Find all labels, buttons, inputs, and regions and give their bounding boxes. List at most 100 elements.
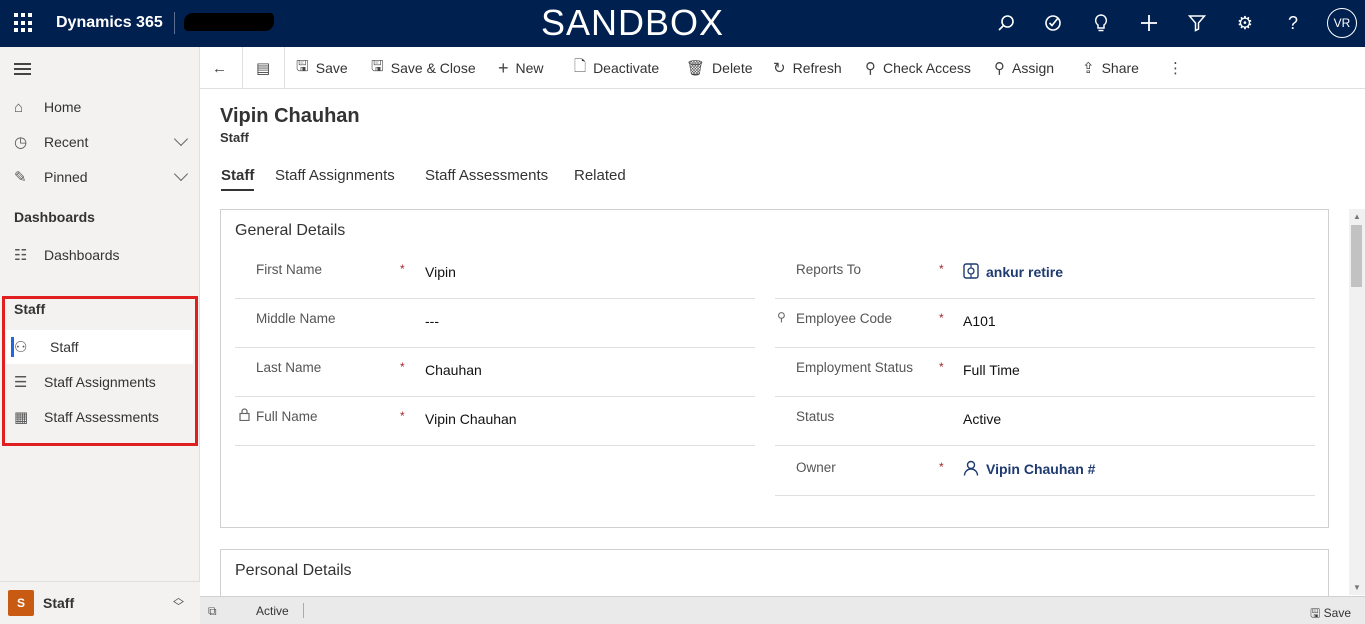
environment-banner: SANDBOX	[540, 2, 725, 43]
record-title: Vipin Chauhan	[220, 105, 360, 127]
dashboard-icon: ☷	[14, 247, 28, 264]
sidebar-item-recent[interactable]: ◷ Recent	[0, 125, 194, 159]
user-avatar[interactable]: VR	[1327, 8, 1357, 38]
required-indicator: *	[400, 262, 405, 276]
field-label: Middle Name	[256, 311, 336, 326]
form-status-bar: ⧉ Active 🖫 Save	[200, 596, 1365, 624]
refresh-button[interactable]: ↻ Refresh	[773, 47, 842, 89]
pin-icon: ✎	[14, 169, 27, 186]
section-title: Personal Details	[235, 562, 352, 579]
field-label: Full Name	[256, 409, 318, 424]
filter-icon[interactable]	[1186, 12, 1208, 34]
floppy-disk-icon: 🖫	[1310, 606, 1321, 620]
form-selector-button[interactable]: ▤	[256, 47, 277, 89]
employment-status-select[interactable]: Full Time	[963, 362, 1020, 378]
full-name-field: Full Name * Vipin Chauhan	[235, 397, 755, 446]
check-access-button[interactable]: ⚲ Check Access	[865, 47, 971, 89]
first-name-field: First Name * Vipin	[235, 250, 755, 299]
sidebar-item-label: Pinned	[44, 169, 88, 185]
section-title: General Details	[235, 222, 346, 239]
tab-staff-assessments[interactable]: Staff Assessments	[425, 167, 548, 184]
form-scrollbar[interactable]: ▲ ▼	[1349, 209, 1365, 595]
annotation-highlight-box	[2, 296, 198, 446]
full-name-value: Vipin Chauhan	[425, 411, 517, 427]
scrollbar-thumb[interactable]	[1351, 225, 1362, 287]
field-label: Last Name	[256, 360, 322, 375]
field-label: First Name	[256, 262, 323, 277]
clock-icon: ◷	[14, 134, 28, 151]
required-indicator: *	[400, 360, 405, 374]
required-indicator: *	[400, 409, 405, 423]
plus-icon: +	[498, 57, 509, 78]
document-icon: 🗋	[574, 57, 587, 75]
sidebar-item-dashboards[interactable]: ☷ Dashboards	[0, 238, 194, 272]
search-icon[interactable]	[995, 12, 1017, 34]
save-close-icon: 🖫	[371, 57, 384, 75]
area-name: Staff	[43, 595, 75, 611]
scroll-down-arrow-icon[interactable]: ▼	[1353, 583, 1361, 592]
tab-staff-assignments[interactable]: Staff Assignments	[275, 167, 395, 184]
plus-icon[interactable]	[1138, 12, 1160, 34]
last-name-field: Last Name * Chauhan	[235, 348, 755, 397]
more-vertical-icon: ⋮	[1168, 60, 1183, 77]
more-commands-button[interactable]: ⋮	[1168, 47, 1190, 89]
trash-icon: 🗑	[686, 60, 706, 77]
refresh-icon: ↻	[773, 60, 786, 77]
key-search-icon: ⚲	[865, 60, 876, 77]
first-name-input[interactable]: Vipin	[425, 264, 456, 280]
home-icon: ⌂	[14, 98, 24, 116]
assign-button[interactable]: ⚲ Assign	[994, 47, 1054, 89]
lightbulb-icon[interactable]	[1090, 12, 1112, 34]
required-indicator: *	[939, 360, 944, 374]
back-button[interactable]: ←	[212, 47, 234, 89]
record-entity-name: Staff	[220, 130, 249, 145]
owner-field: Owner * Vipin Chauhan #	[775, 446, 1315, 496]
tab-related[interactable]: Related	[574, 167, 626, 184]
deactivate-button[interactable]: 🗋 Deactivate	[574, 47, 659, 89]
open-in-new-window-icon[interactable]: ⧉	[208, 604, 217, 619]
hamburger-menu-icon[interactable]	[14, 63, 31, 75]
status-field: Status Active	[775, 397, 1315, 446]
divider	[242, 47, 243, 89]
chevron-up-down-icon[interactable]: ︿ ﹀	[173, 593, 184, 613]
sidebar-item-label: Home	[44, 99, 82, 115]
chevron-down-icon[interactable]	[173, 166, 189, 182]
divider	[284, 47, 285, 89]
tab-staff[interactable]: Staff	[221, 167, 255, 191]
general-details-section: General Details First Name * Vipin Middl…	[220, 209, 1329, 528]
area-switcher[interactable]: S Staff ︿ ﹀	[0, 581, 200, 624]
required-indicator: *	[939, 311, 944, 325]
status-select[interactable]: Active	[963, 411, 1001, 427]
personal-details-section: Personal Details	[220, 549, 1329, 596]
gear-icon[interactable]: ⚙	[1234, 12, 1256, 34]
record-status: Active	[256, 604, 289, 618]
task-icon[interactable]	[1042, 12, 1064, 34]
save-and-close-button[interactable]: 🖫 Save & Close	[371, 47, 476, 89]
field-label: Status	[796, 409, 835, 424]
owner-link[interactable]: Vipin Chauhan #	[986, 461, 1095, 477]
required-indicator: *	[939, 460, 944, 474]
middle-name-field: Middle Name ---	[235, 299, 755, 348]
command-bar: ← ▤ 🖫 Save 🖫 Save & Close + New 🗋 Deacti…	[200, 47, 1365, 89]
top-navigation-bar: Dynamics 365 SANDBOX ⚙ ? VR	[0, 0, 1365, 47]
new-button[interactable]: + New	[498, 47, 544, 89]
key-icon: ⚲	[777, 310, 786, 324]
field-label: Employment Status	[796, 360, 914, 375]
delete-button[interactable]: 🗑 Delete	[686, 47, 753, 89]
field-label: Owner	[796, 460, 836, 475]
reports-to-link[interactable]: ankur retire	[986, 264, 1063, 280]
save-button[interactable]: 🖫 Save	[296, 47, 348, 89]
last-name-input[interactable]: Chauhan	[425, 362, 482, 378]
statusbar-save-button[interactable]: 🖫 Save	[1310, 604, 1351, 624]
share-button[interactable]: ⇪ Share	[1082, 47, 1139, 89]
sidebar-item-home[interactable]: ⌂ Home	[0, 90, 194, 124]
scroll-up-arrow-icon[interactable]: ▲	[1353, 212, 1361, 221]
share-icon: ⇪	[1082, 60, 1095, 77]
sidebar-item-pinned[interactable]: ✎ Pinned	[0, 160, 194, 194]
chevron-down-icon[interactable]	[173, 131, 189, 147]
employee-code-input[interactable]: A101	[963, 313, 996, 329]
area-badge: S	[8, 590, 34, 616]
middle-name-input[interactable]: ---	[425, 313, 439, 329]
help-icon[interactable]: ?	[1282, 12, 1304, 34]
lock-icon	[239, 408, 250, 424]
